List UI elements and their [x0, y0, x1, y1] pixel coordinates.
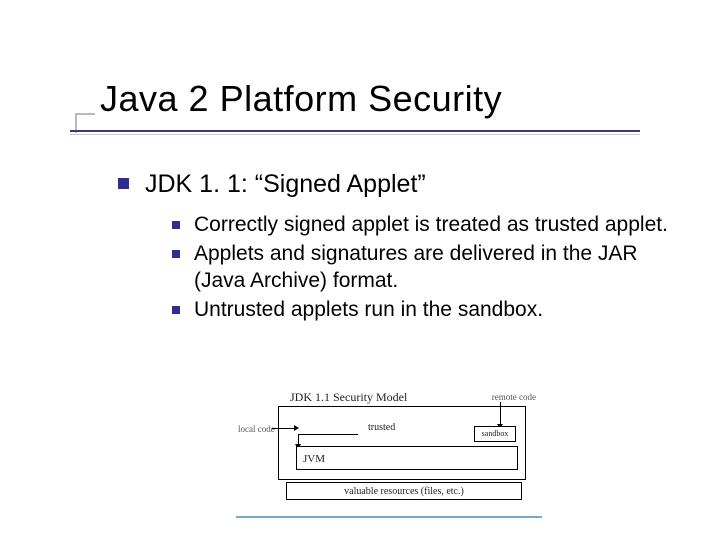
- bullet-level1-text: JDK 1. 1: “Signed Applet”: [145, 168, 426, 201]
- arrow-line: [500, 402, 501, 426]
- title-area: Java 2 Platform Security: [100, 78, 502, 126]
- arrow-line: [272, 428, 296, 429]
- diagram-resources-box: valuable resources (files, etc.): [286, 482, 522, 500]
- security-model-diagram: JDK 1.1 Security Model remote code local…: [238, 390, 538, 512]
- bullet-level2: Applets and signatures are delivered in …: [172, 240, 678, 295]
- slide: Java 2 Platform Security JDK 1. 1: “Sign…: [0, 0, 720, 540]
- diagram-footer-rule: [236, 516, 542, 518]
- bullet-level2-text: Untrusted applets run in the sandbox.: [194, 296, 543, 323]
- bullet-level2: Correctly signed applet is treated as tr…: [172, 211, 678, 238]
- bullet-level2-text: Applets and signatures are delivered in …: [194, 240, 678, 295]
- slide-title: Java 2 Platform Security: [100, 78, 502, 126]
- bullet-level2: Untrusted applets run in the sandbox.: [172, 296, 678, 323]
- sub-bullet-list: Correctly signed applet is treated as tr…: [172, 211, 678, 324]
- square-bullet-icon: [172, 250, 180, 258]
- slide-body: JDK 1. 1: “Signed Applet” Correctly sign…: [118, 168, 678, 326]
- diagram-jvm-box: JVM: [296, 446, 518, 470]
- square-bullet-icon: [172, 306, 180, 314]
- title-underline: [70, 130, 640, 132]
- bullet-level1: JDK 1. 1: “Signed Applet”: [118, 168, 678, 201]
- arrowhead-right-icon: [294, 425, 299, 431]
- diagram-local-code-label: local code: [238, 424, 275, 434]
- square-bullet-icon: [172, 221, 180, 229]
- diagram-trusted-label: trusted: [368, 422, 395, 433]
- diagram-sandbox-box: sandbox: [474, 426, 516, 442]
- diagram-remote-code-label: remote code: [492, 392, 536, 402]
- diagram-caption: JDK 1.1 Security Model: [290, 390, 407, 405]
- arrow-line: [298, 434, 358, 435]
- square-bullet-icon: [118, 178, 129, 189]
- bullet-level2-text: Correctly signed applet is treated as tr…: [194, 211, 668, 238]
